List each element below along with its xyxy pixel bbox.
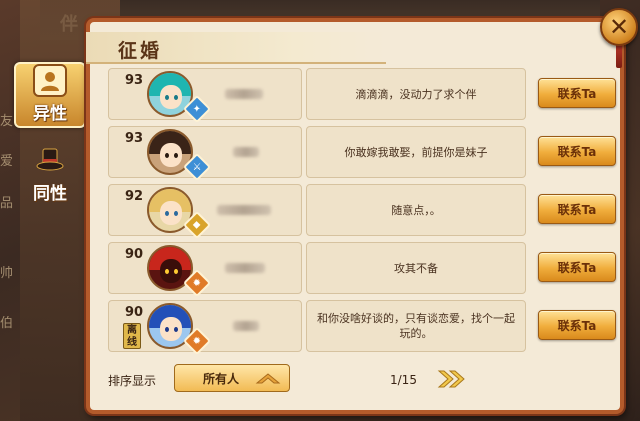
dialog-title: 征婚 [118, 40, 163, 62]
contact-button[interactable]: 联系Ta [538, 252, 616, 282]
user-card[interactable]: 92 ◆ [108, 184, 302, 240]
user-card[interactable]: 90 ✹ [108, 242, 302, 298]
suitor-message: 滴滴滴，没动力了求个伴 [355, 87, 477, 101]
user-card[interactable]: 93 ⚔ [108, 126, 302, 182]
background-edge-text: 伯 [0, 316, 14, 331]
background-edge-text: 帅 [0, 266, 14, 281]
message-card: 和你没啥好谈的，只有谈恋爱，找个一起玩的。 [306, 300, 526, 352]
tab-opposite-sex-label: 异性 [33, 104, 67, 124]
player-level: 93 [125, 73, 144, 88]
matchmaking-dialog: 征婚 ✕ 93 ✦ 滴滴滴，没动力了求个伴 联系Ta 93 ⚔ 你敢嫁我敢娶，前… [86, 8, 638, 414]
message-card: 随意点，。 [306, 184, 526, 236]
list-item: 93 ⚔ 你敢嫁我敢娶，前提你是妹子 联系Ta [108, 126, 624, 182]
sort-label: 排序显示 [108, 374, 157, 388]
message-card: 攻其不备 [306, 242, 526, 294]
background-edge-text: 品 [0, 196, 14, 211]
user-card[interactable]: 90 离线 ✹ [108, 300, 302, 356]
contact-button[interactable]: 联系Ta [538, 310, 616, 340]
tab-same-sex-label: 同性 [33, 184, 67, 204]
contact-button[interactable]: 联系Ta [538, 78, 616, 108]
tab-same-sex[interactable]: 同性 [14, 140, 86, 206]
player-level: 90 [125, 305, 144, 320]
suitor-message: 你敢嫁我敢娶，前提你是妹子 [344, 145, 488, 159]
blurred-player-name [233, 147, 259, 157]
player-level: 92 [125, 189, 144, 204]
suitor-message: 和你没啥好谈的，只有谈恋爱，找个一起玩的。 [317, 312, 515, 340]
double-chevron-right-icon[interactable] [436, 368, 468, 390]
list-item: 90 ✹ 攻其不备 联系Ta [108, 242, 624, 298]
close-button[interactable]: ✕ [600, 8, 638, 46]
list-item: 92 ◆ 随意点，。 联系Ta [108, 184, 624, 240]
page-indicator: 1/15 [390, 373, 417, 387]
contact-button[interactable]: 联系Ta [538, 136, 616, 166]
close-x-icon: ✕ [608, 13, 630, 41]
contact-button[interactable]: 联系Ta [538, 194, 616, 224]
message-card: 你敢嫁我敢娶，前提你是妹子 [306, 126, 526, 178]
message-card: 滴滴滴，没动力了求个伴 [306, 68, 526, 120]
top-hat-icon [33, 143, 67, 177]
blurred-player-name [217, 205, 271, 215]
suitor-message: 攻其不备 [394, 261, 438, 275]
blurred-player-name [225, 89, 263, 99]
player-level: 90 [125, 247, 144, 262]
background-edge-text: 爱 [0, 154, 14, 169]
chevron-up-icon [255, 373, 281, 384]
tab-opposite-sex[interactable]: 异性 [14, 62, 86, 128]
sort-dropdown[interactable]: 所有人 [174, 364, 290, 392]
list-item: 90 离线 ✹ 和你没啥好谈的，只有谈恋爱，找个一起玩的。 联系Ta [108, 300, 624, 356]
suitor-message: 随意点，。 [391, 203, 441, 217]
blurred-player-name [233, 321, 259, 331]
offline-status-badge: 离线 [123, 323, 141, 349]
user-card[interactable]: 93 ✦ [108, 68, 302, 124]
background-edge-text: 友 [0, 114, 14, 129]
person-silhouette-icon [33, 64, 67, 97]
player-level: 93 [125, 131, 144, 146]
list-item: 93 ✦ 滴滴滴，没动力了求个伴 联系Ta [108, 68, 624, 124]
suitor-list: 93 ✦ 滴滴滴，没动力了求个伴 联系Ta 93 ⚔ 你敢嫁我敢娶，前提你是妹子… [108, 68, 624, 368]
blurred-player-name [225, 263, 265, 273]
sort-value: 所有人 [203, 371, 240, 386]
